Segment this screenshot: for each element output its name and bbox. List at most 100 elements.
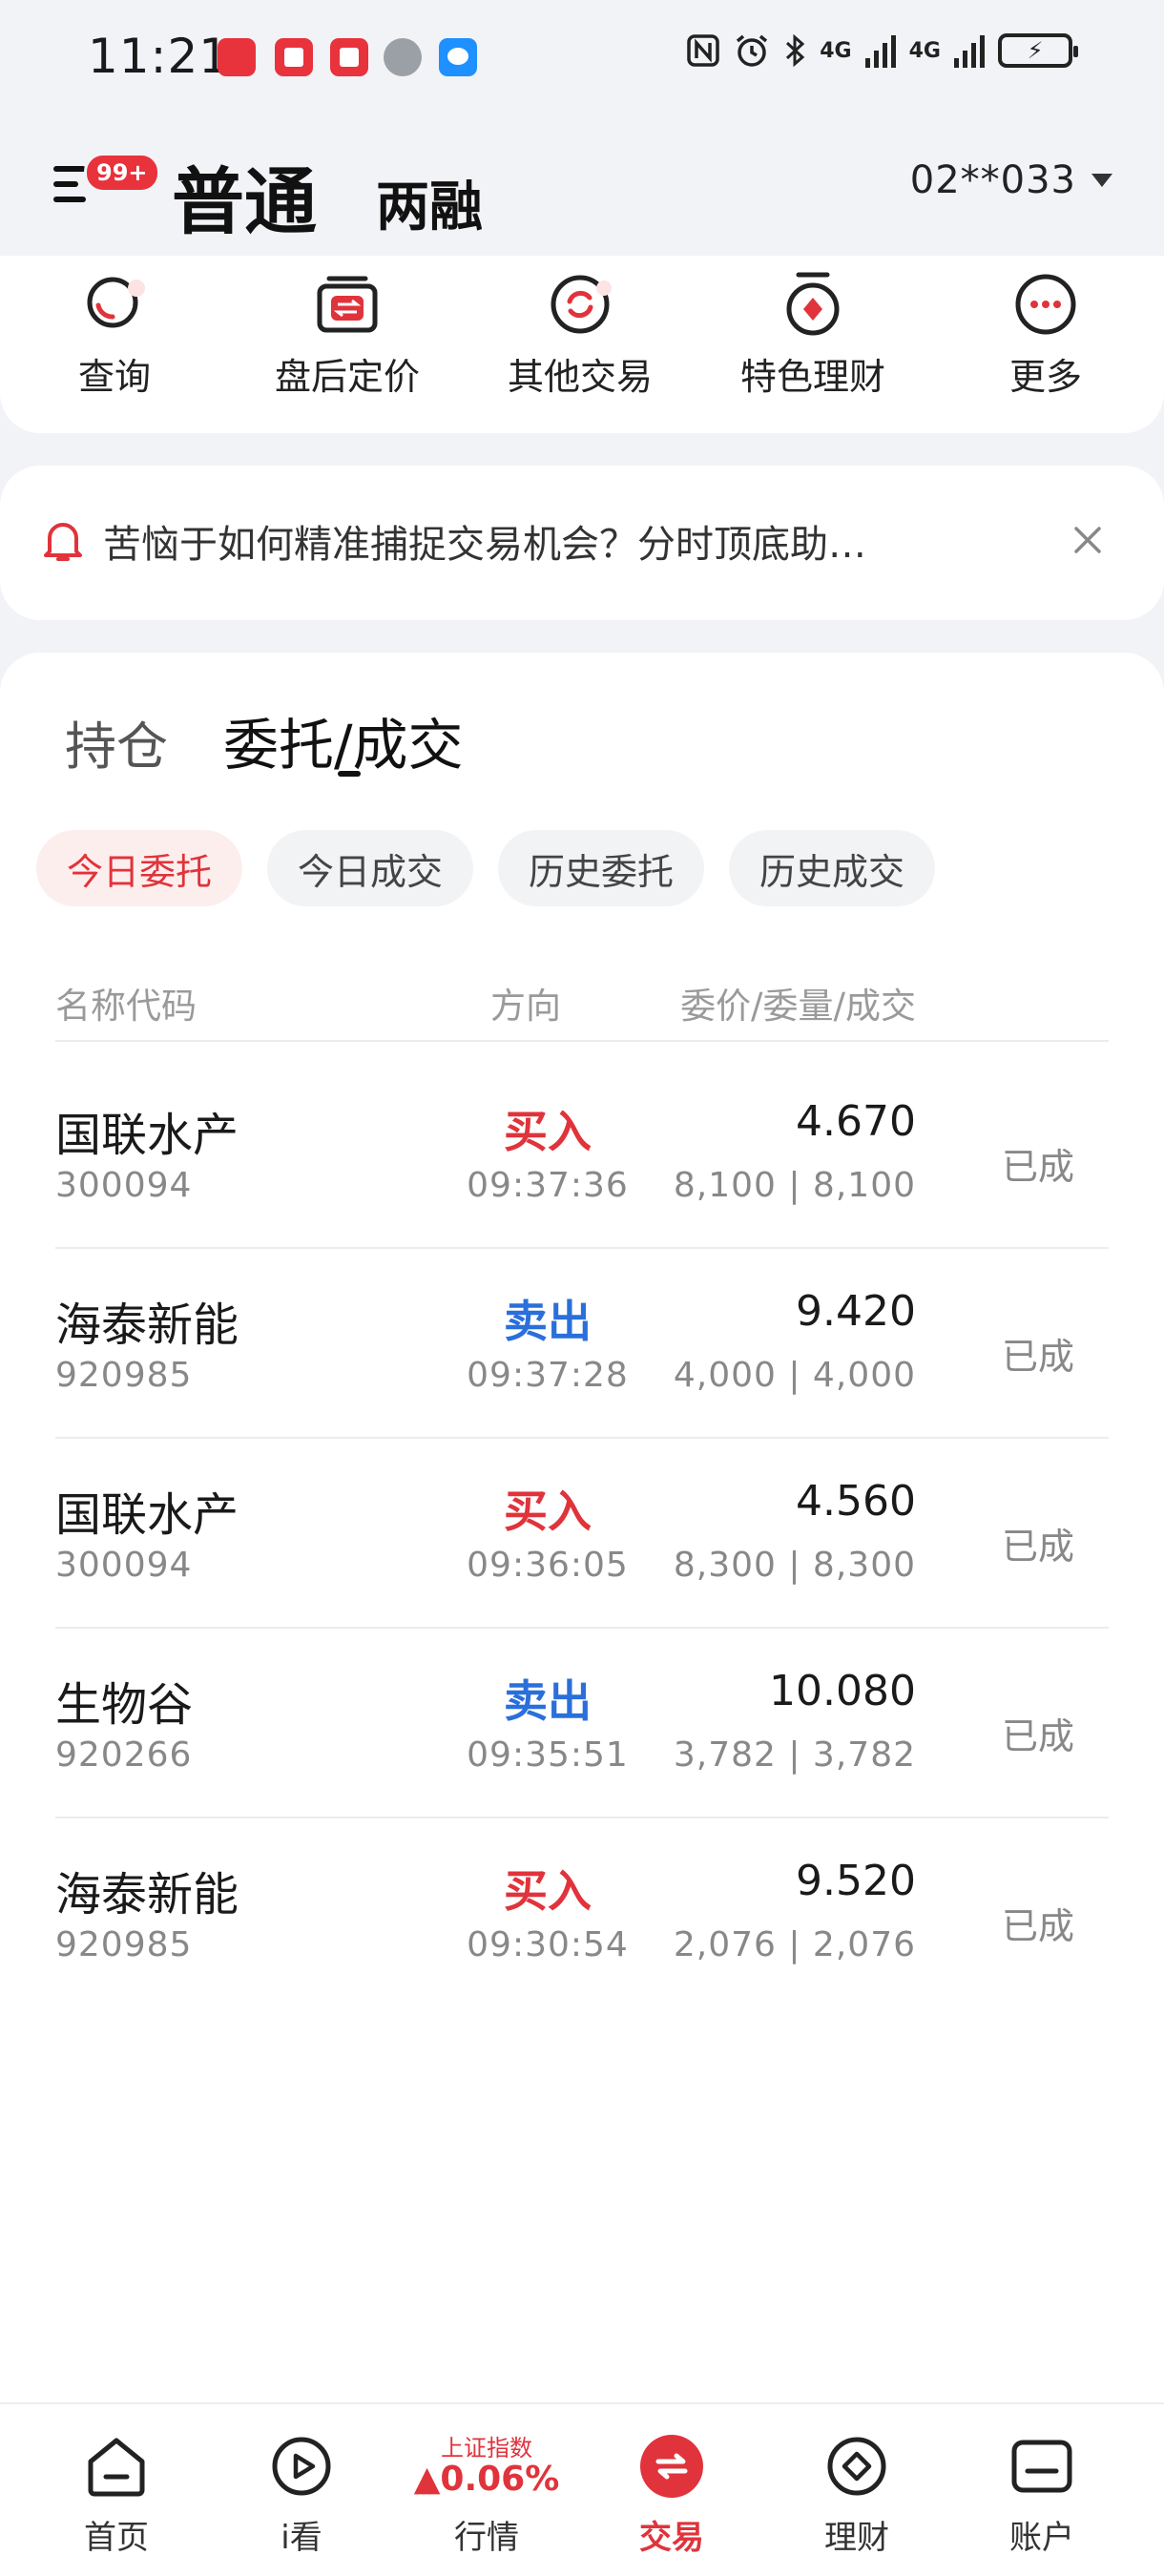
order-price: 10.080 — [769, 1667, 916, 1715]
message-app-icon — [439, 38, 477, 76]
table-row[interactable]: 生物谷 920266 卖出 09:35:51 10.080 3,782 | 3,… — [55, 1629, 1109, 1818]
medal-icon — [779, 271, 846, 338]
nav-label: i看 — [281, 2519, 322, 2557]
chip-today-orders[interactable]: 今日委托 — [36, 830, 243, 906]
quick-item-other-trade[interactable]: 其他交易 — [475, 271, 685, 400]
play-circle-icon — [268, 2433, 335, 2500]
table-header: 名称代码 方向 委价/委量/成交 — [55, 977, 1109, 1042]
order-quantity: 8,100 | 8,100 — [673, 1166, 916, 1205]
stock-name: 海泰新能 — [55, 1298, 239, 1352]
chip-history-trades[interactable]: 历史成交 — [729, 830, 936, 906]
order-direction: 买入 — [504, 1865, 592, 1917]
quick-item-more[interactable]: 更多 — [941, 271, 1151, 400]
nav-label: 行情 — [454, 2519, 519, 2557]
nav-label: 账户 — [1009, 2519, 1074, 2557]
diamond-circle-icon — [823, 2433, 890, 2500]
nav-account[interactable]: 账户 — [946, 2404, 1137, 2576]
order-time: 09:36:05 — [467, 1546, 629, 1585]
quick-item-after-hours[interactable]: 盘后定价 — [242, 271, 452, 400]
header-price-qty: 委价/委量/成交 — [680, 986, 916, 1027]
quick-item-label: 更多 — [1008, 356, 1082, 398]
nav-trade[interactable]: 交易 — [576, 2404, 767, 2576]
quick-item-query[interactable]: 查询 — [10, 271, 219, 400]
order-status: 已成 — [1001, 1715, 1074, 1757]
stock-code: 920985 — [55, 1356, 193, 1395]
stock-code: 300094 — [55, 1166, 193, 1205]
table-row[interactable]: 国联水产 300094 买入 09:37:36 4.670 8,100 | 8,… — [55, 1059, 1109, 1249]
close-icon[interactable] — [1069, 521, 1107, 559]
network-label-2: 4G — [908, 38, 941, 63]
alarm-icon — [737, 34, 768, 67]
stock-code: 920985 — [55, 1925, 193, 1964]
tab-normal[interactable]: 普通 — [172, 143, 317, 248]
stock-code: 300094 — [55, 1546, 193, 1585]
bell-icon — [42, 517, 84, 563]
nav-label: 理财 — [824, 2519, 889, 2557]
order-direction: 买入 — [504, 1485, 592, 1537]
signal-icon-1 — [864, 33, 896, 68]
order-direction: 买入 — [504, 1106, 592, 1157]
market-index-value: ▲0.06% — [413, 2460, 560, 2499]
avatar-notification-icon — [384, 38, 422, 76]
order-direction: 卖出 — [504, 1296, 592, 1347]
order-price: 4.560 — [796, 1477, 916, 1526]
account-selector[interactable]: 02**033 — [910, 158, 1112, 202]
tab-margin[interactable]: 两融 — [376, 164, 483, 241]
nav-label: 首页 — [84, 2519, 149, 2557]
order-price: 9.520 — [796, 1857, 916, 1905]
table-row[interactable]: 国联水产 300094 买入 09:36:05 4.560 8,300 | 8,… — [55, 1439, 1109, 1629]
table-row[interactable]: 海泰新能 920985 买入 09:30:54 9.520 2,076 | 2,… — [55, 1818, 1109, 2008]
banner-text: 苦恼于如何精准捕捉交易机会？分时顶底助… — [103, 523, 866, 567]
stock-name: 海泰新能 — [55, 1868, 239, 1922]
order-price: 4.670 — [796, 1097, 916, 1146]
stock-name: 国联水产 — [55, 1488, 239, 1542]
tab-holdings[interactable]: 持仓 — [65, 704, 168, 779]
order-quantity: 2,076 | 2,076 — [673, 1925, 916, 1964]
order-quantity: 4,000 | 4,000 — [673, 1356, 916, 1395]
status-bar: 11:21 4G 4G ⚡ — [0, 0, 1164, 114]
orders-panel: 持仓 委托/成交 今日委托 今日成交 历史委托 历史成交 名称代码 方向 委价/… — [0, 653, 1164, 2402]
trade-exchange-icon — [638, 2433, 705, 2500]
header-name-code: 名称代码 — [55, 986, 197, 1027]
quick-item-label: 其他交易 — [507, 356, 653, 398]
quick-menu: 查询 盘后定价 其他交易 特色理财 更多 — [0, 256, 1164, 433]
order-price: 9.420 — [796, 1287, 916, 1336]
quick-item-label: 特色理财 — [739, 356, 885, 398]
quick-item-label: 盘后定价 — [274, 356, 420, 398]
quick-item-wealth-special[interactable]: 特色理财 — [708, 271, 918, 400]
battery-icon: ⚡ — [998, 33, 1078, 68]
bluetooth-icon — [786, 33, 805, 68]
header: 99+ 普通 两融 02**033 — [0, 114, 1164, 258]
stock-name: 国联水产 — [55, 1109, 239, 1162]
bottom-nav: 首页 i看 上证指数 ▲0.06% 行情 交易 理财 账户 — [0, 2402, 1164, 2576]
nfc-icon — [687, 34, 719, 67]
stock-code: 920266 — [55, 1735, 193, 1775]
stock-name: 生物谷 — [55, 1678, 194, 1732]
filter-chips: 今日委托 今日成交 历史委托 历史成交 — [36, 830, 936, 906]
nav-wealth[interactable]: 理财 — [761, 2404, 952, 2576]
nav-home[interactable]: 首页 — [21, 2404, 212, 2576]
exchange-card-icon — [314, 271, 381, 338]
chip-today-trades[interactable]: 今日成交 — [267, 830, 474, 906]
search-icon — [81, 271, 148, 338]
quick-item-label: 查询 — [77, 356, 151, 398]
account-wallet-icon — [1008, 2433, 1075, 2500]
chevron-down-icon — [1091, 174, 1112, 187]
promo-banner[interactable]: 苦恼于如何精准捕捉交易机会？分时顶底助… — [0, 466, 1164, 620]
notification-badge: 99+ — [84, 153, 160, 193]
order-quantity: 3,782 | 3,782 — [673, 1735, 916, 1775]
status-time: 11:21 — [88, 29, 231, 84]
order-time: 09:30:54 — [467, 1925, 629, 1964]
chip-history-orders[interactable]: 历史委托 — [498, 830, 705, 906]
order-status: 已成 — [1001, 1146, 1074, 1188]
signal-icon-2 — [954, 33, 985, 68]
home-icon — [83, 2433, 150, 2500]
nav-watch[interactable]: i看 — [206, 2404, 397, 2576]
tab-orders-trades[interactable]: 委托/成交 — [223, 700, 464, 780]
order-quantity: 8,300 | 8,300 — [673, 1546, 916, 1585]
nav-market[interactable]: 上证指数 ▲0.06% 行情 — [391, 2404, 582, 2576]
order-time: 09:37:36 — [467, 1166, 629, 1205]
order-time: 09:35:51 — [467, 1735, 629, 1775]
order-direction: 卖出 — [504, 1675, 592, 1727]
table-row[interactable]: 海泰新能 920985 卖出 09:37:28 9.420 4,000 | 4,… — [55, 1249, 1109, 1439]
